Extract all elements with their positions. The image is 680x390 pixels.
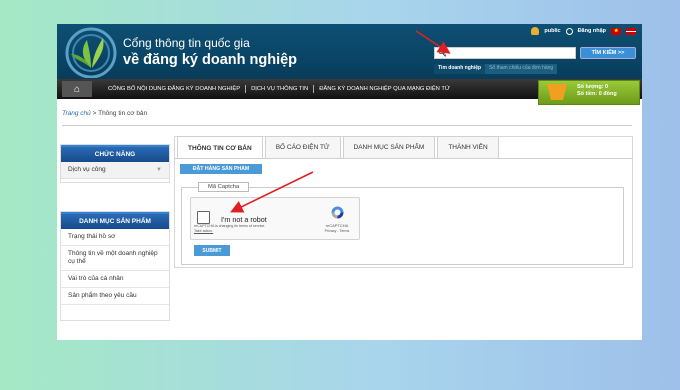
nav-item-online-registration[interactable]: ĐĂNG KÝ DOANH NGHIỆP QUA MẠNG ĐIỆN TỬ [314, 85, 455, 93]
recaptcha-checkbox[interactable] [197, 211, 210, 224]
search-icon: 🔍︎ [438, 50, 447, 57]
uk-flag-icon[interactable] [626, 27, 636, 35]
breadcrumb-current: Thông tin cơ bản [98, 110, 148, 117]
sidebar-item-business-info[interactable]: Thông tin về một doanh nghiệp cụ thể [61, 246, 169, 271]
power-icon[interactable] [565, 27, 573, 35]
recaptcha-privacy-links[interactable]: Privacy - Terms [317, 229, 357, 233]
order-product-button[interactable]: ĐẶT HÀNG SẢN PHẨM [180, 164, 262, 174]
site-logo[interactable] [63, 26, 123, 78]
login-link[interactable]: Đăng nhập [578, 28, 606, 34]
search-button[interactable]: TÌM KIẾM >> [580, 47, 636, 59]
breadcrumb: Trang chủ > Thông tin cơ bản [62, 110, 148, 117]
search-type-tabs: Tìm doanh nghiệp Số tham chiếu của đơn h… [434, 64, 558, 74]
tab-members[interactable]: THÀNH VIÊN [437, 136, 499, 158]
tab-product-catalog[interactable]: DANH MỤC SẢN PHẨM [342, 136, 436, 158]
submit-button[interactable]: SUBMIT [194, 245, 230, 256]
sidebar-item-custom-products[interactable]: Sản phẩm theo yêu cầu [61, 288, 169, 305]
site-header: Cổng thông tin quốc gia về đăng ký doanh… [57, 24, 642, 79]
recaptcha-terms-note: reCAPTCHA is changing its terms of servi… [194, 224, 266, 233]
divider [62, 125, 632, 126]
nav-item-publish[interactable]: CÔNG BỐ NỘI DUNG ĐĂNG KÝ DOANH NGHIỆP [103, 85, 247, 93]
recaptcha-brand: reCAPTCHA [325, 223, 349, 228]
username-label: public [544, 28, 561, 34]
breadcrumb-home-link[interactable]: Trang chủ [62, 110, 91, 117]
search-tab-business[interactable]: Tìm doanh nghiệp [434, 64, 486, 74]
nav-item-info-services[interactable]: DỊCH VỤ THÔNG TIN [246, 85, 315, 93]
tab-basic-info[interactable]: THÔNG TIN CƠ BẢN [177, 136, 263, 159]
recaptcha-logo-icon [331, 206, 344, 219]
dropdown-arrow-icon: ▼ [156, 167, 162, 173]
top-utility-bar: public Đăng nhập [531, 27, 636, 35]
tab-electronic-announcement[interactable]: BỐ CÁO ĐIỆN TỬ [264, 136, 341, 158]
function-panel-heading: CHỨC NĂNG [61, 145, 169, 162]
site-title-line1: Cổng thông tin quốc gia [123, 36, 250, 50]
sidebar-item-public-services[interactable]: Dịch vụ công ▼ [61, 162, 169, 179]
search-tab-order-ref[interactable]: Số tham chiếu của đơn hàng [485, 64, 558, 74]
vietnam-flag-icon[interactable] [611, 27, 621, 35]
content-tabs: THÔNG TIN CƠ BẢN BỐ CÁO ĐIỆN TỬ DANH MỤC… [177, 136, 501, 159]
home-icon[interactable]: ⌂ [62, 81, 92, 97]
site-title-line2: về đăng ký doanh nghiệp [123, 52, 298, 68]
shopping-cart-widget[interactable]: Số lượng: 0 Số tiền: 0 đồng [538, 80, 640, 105]
product-category-panel: DANH MỤC SẢN PHẨM Trạng thái hồ sơ Thông… [60, 211, 170, 321]
cart-bag-icon [547, 84, 567, 100]
user-icon [531, 27, 540, 35]
sidebar-item-individual-role[interactable]: Vai trò của cá nhân [61, 271, 169, 288]
tab-underline [174, 158, 633, 159]
captcha-legend: Mã Captcha [198, 182, 250, 192]
recaptcha-label: I'm not a robot [221, 215, 267, 224]
browser-page: Cổng thông tin quốc gia về đăng ký doanh… [57, 24, 642, 340]
recaptcha-take-action-link[interactable]: Take action. [194, 229, 213, 233]
cart-money: Số tiền: 0 đồng [577, 90, 617, 97]
recaptcha-widget: I'm not a robot reCAPTCHA Privacy - Term… [190, 197, 360, 240]
search-input[interactable]: 🔍︎ [434, 47, 576, 59]
function-panel: CHỨC NĂNG Dịch vụ công ▼ [60, 144, 170, 183]
product-category-heading: DANH MỤC SẢN PHẨM [61, 212, 169, 229]
sidebar-item-file-status[interactable]: Trạng thái hồ sơ [61, 229, 169, 246]
